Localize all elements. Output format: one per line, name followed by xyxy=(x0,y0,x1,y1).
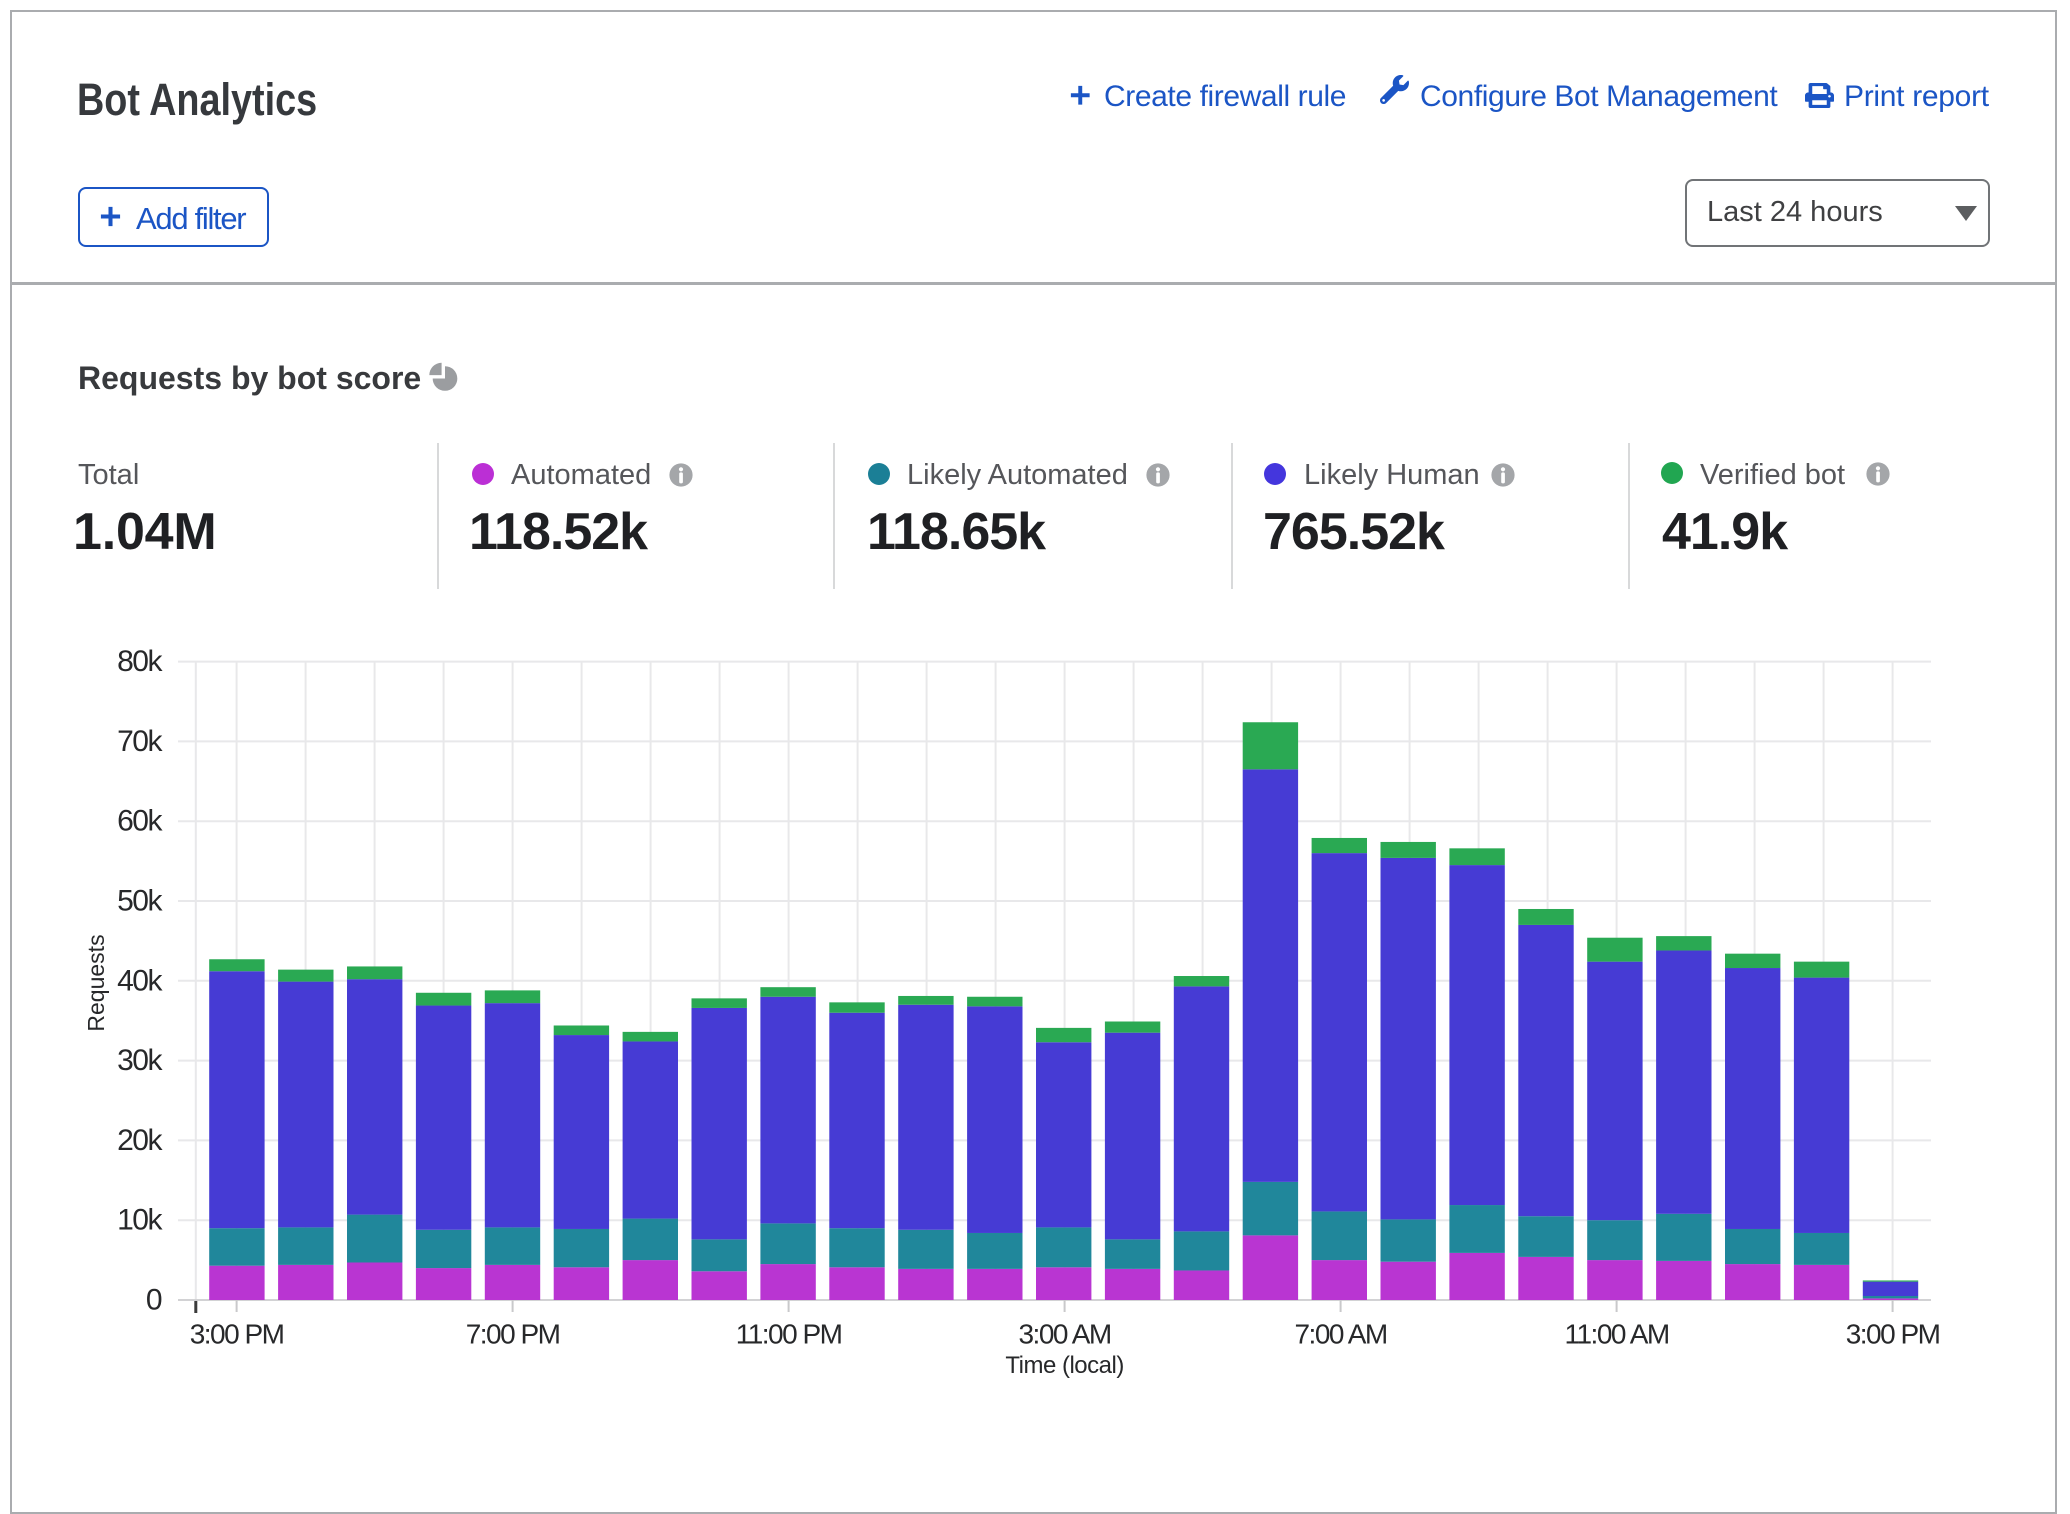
svg-text:40k: 40k xyxy=(117,964,163,997)
svg-text:3:00 PM: 3:00 PM xyxy=(1846,1319,1940,1350)
svg-text:7:00 PM: 7:00 PM xyxy=(466,1319,560,1350)
svg-text:7:00 AM: 7:00 AM xyxy=(1294,1319,1386,1350)
svg-text:50k: 50k xyxy=(117,885,163,918)
svg-text:Requests: Requests xyxy=(83,934,109,1031)
svg-text:70k: 70k xyxy=(117,725,163,758)
svg-text:11:00 AM: 11:00 AM xyxy=(1564,1319,1668,1350)
svg-text:80k: 80k xyxy=(117,645,163,678)
svg-text:0: 0 xyxy=(146,1284,162,1317)
svg-text:10k: 10k xyxy=(117,1204,163,1237)
svg-text:3:00 PM: 3:00 PM xyxy=(190,1319,284,1350)
svg-text:Time (local): Time (local) xyxy=(1005,1352,1123,1379)
svg-text:60k: 60k xyxy=(117,805,163,838)
svg-text:30k: 30k xyxy=(117,1044,163,1077)
svg-text:3:00 AM: 3:00 AM xyxy=(1018,1319,1110,1350)
svg-text:11:00 PM: 11:00 PM xyxy=(736,1319,842,1350)
svg-text:20k: 20k xyxy=(117,1124,163,1157)
